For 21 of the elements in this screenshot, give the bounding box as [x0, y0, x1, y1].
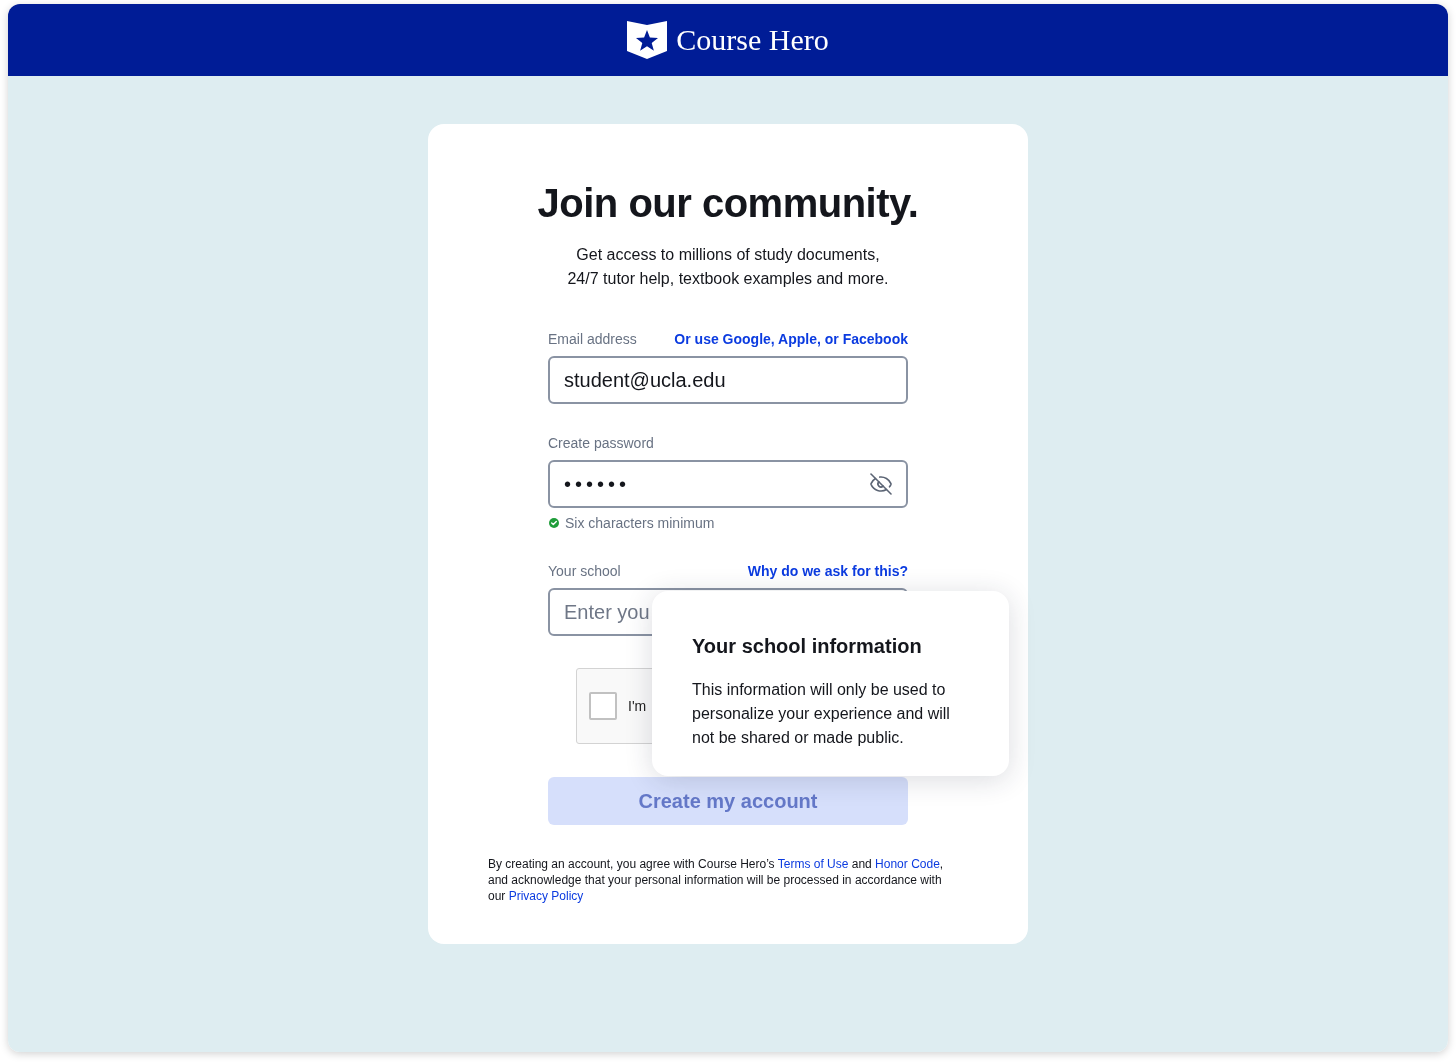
legal-link[interactable]: Privacy Policy: [508, 889, 584, 903]
legal-text: By creating an account, you agree with Course Hero’s Terms of Use and Honor Code, and acknowledge that your personal information will be processed in accordance with our Privacy Policy: [488, 856, 945, 904]
social-login-link[interactable]: Or use Google, Apple, or Facebook: [674, 328, 908, 350]
captcha-checkbox[interactable]: [589, 692, 617, 720]
password-hint: Six characters minimum: [565, 513, 715, 533]
page-title: Join our community.: [537, 180, 919, 227]
legal-link[interactable]: Honor Code: [875, 857, 940, 871]
password-input[interactable]: ••••••: [548, 460, 908, 508]
password-label: Create password: [548, 434, 654, 453]
tooltip-text: This information will only be used to personalize your experience and will not be shared or made public.: [692, 680, 951, 748]
email-label: Email address: [548, 329, 637, 349]
why-ask-link[interactable]: Why do we ask for this?: [747, 560, 908, 582]
school-label: Your school: [548, 561, 621, 581]
subtitle-text: Get access to millions of study documents, 24/7 tutor help, textbook examples and more.: [567, 245, 889, 289]
logo-icon: [627, 21, 668, 59]
logo-text[interactable]: Course Hero: [676, 25, 829, 55]
tooltip-title: Your school information: [692, 634, 923, 658]
email-input[interactable]: student@ucla.edu: [548, 356, 908, 404]
legal-link[interactable]: Terms of Use: [777, 857, 849, 871]
eye-off-icon[interactable]: [869, 472, 893, 496]
captcha-label: I'm: [628, 696, 647, 716]
